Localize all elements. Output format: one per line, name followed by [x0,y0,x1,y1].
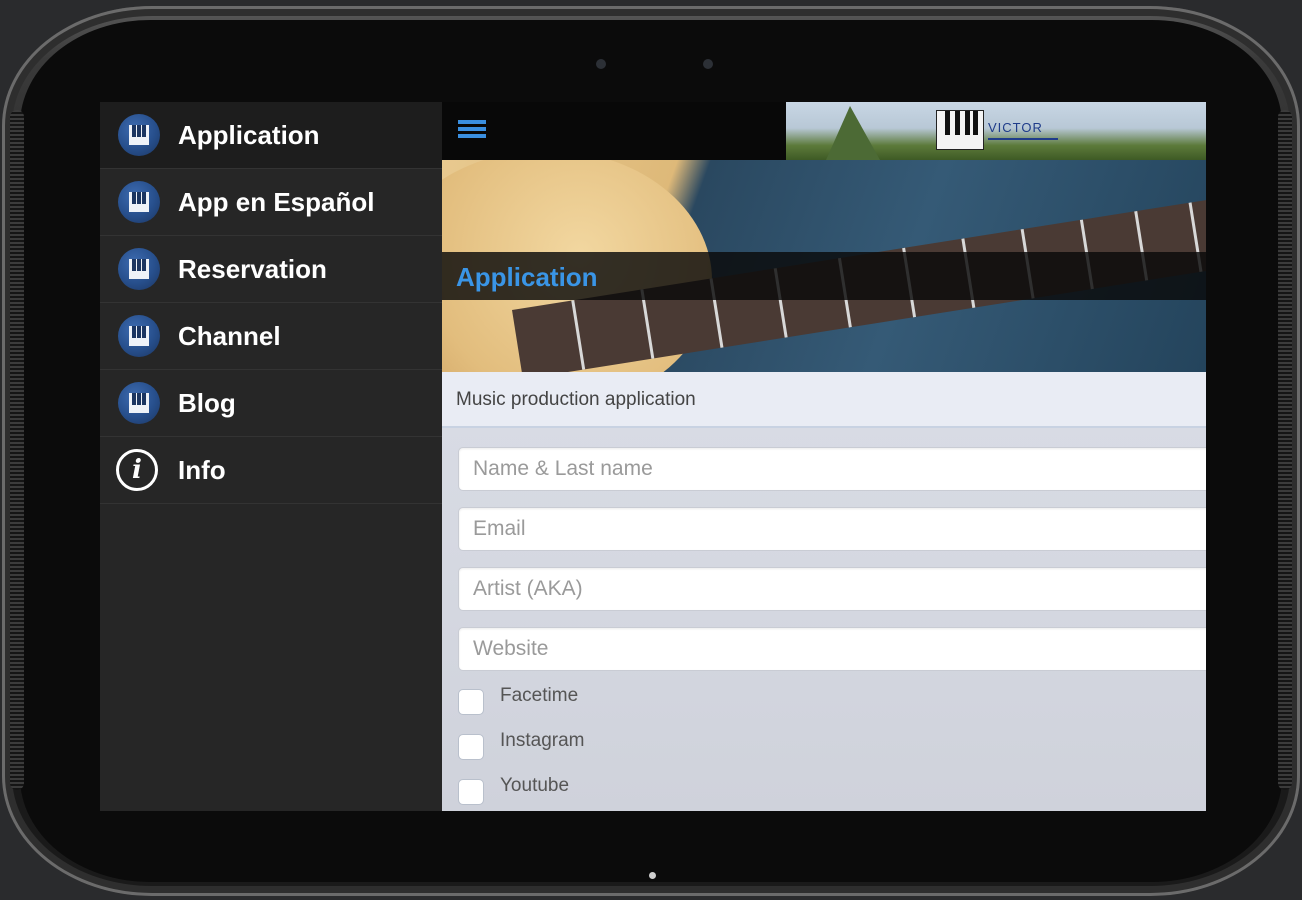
page-subtitle: Music production application [456,389,696,410]
menu-item-blog[interactable]: Blog [100,370,442,437]
menu-item-channel[interactable]: Channel [100,303,442,370]
top-bar [442,102,786,160]
sensor-dot [596,59,606,69]
page-title: Application [456,262,598,292]
speaker-grill-right [1278,110,1292,790]
piano-keys-icon [118,181,160,223]
app-screen: Application App en Español Reservation C… [100,102,1206,811]
checkbox-row-youtube[interactable]: Youtube [458,775,1206,811]
brand-logo: VICTOR [936,110,1058,150]
piano-keys-icon [118,382,160,424]
instagram-checkbox[interactable] [458,734,484,760]
hero-guitar-image: Application [442,160,1206,372]
logo-text: VICTOR [988,120,1043,135]
page-subtitle-bar: Music production application [442,372,1206,428]
menu-item-label: Info [178,454,226,485]
checkbox-row-instagram[interactable]: Instagram [458,730,1206,775]
piano-keys-icon [118,248,160,290]
hamburger-icon[interactable] [458,120,486,144]
youtube-checkbox[interactable] [458,779,484,805]
menu-item-application[interactable]: Application [100,102,442,169]
email-field[interactable]: Email [458,507,1206,551]
home-indicator [649,872,656,879]
artist-field[interactable]: Artist (AKA) [458,567,1206,611]
logo-banner: VICTOR [786,102,1206,160]
menu-item-app-en-espanol[interactable]: App en Español [100,169,442,236]
main-content: VICTOR Application Music production appl… [442,102,1206,811]
name-field[interactable]: Name & Last name [458,447,1206,491]
piano-keys-icon [118,114,160,156]
piano-keys-icon [118,315,160,357]
menu-item-label: Blog [178,387,236,418]
menu-item-label: Reservation [178,253,327,284]
front-camera [703,59,713,69]
mountain-image [826,106,880,160]
checkbox-label: Facetime [500,685,579,706]
menu-item-info[interactable]: i Info [100,437,442,504]
checkbox-row-facetime[interactable]: Facetime [458,685,1206,730]
menu-item-label: Channel [178,320,281,351]
menu-item-label: App en Español [178,186,375,217]
menu-item-label: Application [178,119,320,150]
menu-item-reservation[interactable]: Reservation [100,236,442,303]
page-title-band: Application [442,252,1206,300]
logo-rule [988,138,1058,140]
piano-keys-icon [936,110,984,150]
platform-checkboxes: Facetime Instagram Youtube [458,685,1206,811]
side-menu: Application App en Español Reservation C… [100,102,442,811]
facetime-checkbox[interactable] [458,689,484,715]
info-icon: i [116,449,158,491]
website-field[interactable]: Website [458,627,1206,671]
application-form: Name & Last name Email Artist (AKA) Webs… [458,447,1206,811]
checkbox-label: Youtube [500,775,570,796]
checkbox-label: Instagram [500,730,585,751]
speaker-grill-left [10,110,24,790]
